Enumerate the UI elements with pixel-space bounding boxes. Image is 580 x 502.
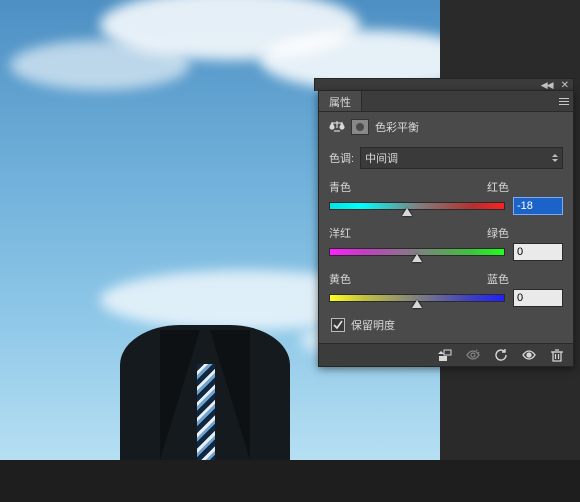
slider-thumb-icon[interactable] [412, 300, 422, 308]
workspace-background [0, 460, 580, 502]
slider-value-input[interactable] [513, 289, 563, 307]
color-slider[interactable] [329, 294, 505, 302]
hamburger-icon [559, 101, 569, 102]
tone-select-value: 中间调 [365, 150, 398, 166]
panel-tabbar: 属性 [319, 91, 573, 112]
mask-icon [351, 119, 369, 135]
panel-footer [319, 343, 573, 366]
preserve-luminosity-checkbox[interactable]: 保留明度 [331, 317, 563, 333]
slider-left-label: 洋红 [329, 225, 351, 241]
color-slider-block: 黄色 蓝色 [329, 271, 563, 307]
panel-header: 色彩平衡 [319, 112, 573, 143]
tone-label: 色调: [329, 150, 354, 166]
slider-left-label: 青色 [329, 179, 351, 195]
panel-close-icon[interactable]: ✕ [561, 80, 569, 91]
balance-icon [329, 119, 345, 135]
delete-adjustment-button[interactable] [545, 346, 569, 364]
panel-flyout-menu[interactable] [555, 91, 573, 111]
slider-value-input[interactable] [513, 197, 563, 215]
panel-dock-handle-icon: ◀◀ [541, 80, 553, 91]
color-slider[interactable] [329, 248, 505, 256]
suit-lapel [210, 330, 250, 460]
tone-row: 色调: 中间调 [329, 147, 563, 169]
slider-value-input[interactable] [513, 243, 563, 261]
tab-properties[interactable]: 属性 [319, 91, 362, 111]
slider-thumb-icon[interactable] [412, 254, 422, 262]
toggle-visibility-button[interactable] [517, 346, 541, 364]
checkbox-icon [331, 318, 345, 332]
view-previous-state-button[interactable] [461, 346, 485, 364]
properties-panel: 属性 色彩平衡 色调: 中间调 青色 红色洋红 绿色黄色 蓝色 [318, 90, 574, 367]
preserve-luminosity-label: 保留明度 [351, 317, 395, 333]
slider-right-label: 蓝色 [487, 271, 509, 287]
updown-icon [552, 154, 558, 162]
slider-thumb-icon[interactable] [402, 208, 412, 216]
slider-right-label: 绿色 [487, 225, 509, 241]
slider-right-label: 红色 [487, 179, 509, 195]
tone-select[interactable]: 中间调 [360, 147, 563, 169]
adjustment-title: 色彩平衡 [375, 119, 419, 135]
suit-lapel [160, 330, 200, 460]
cloud-decoration [10, 40, 190, 90]
clip-to-layer-button[interactable] [433, 346, 457, 364]
slider-left-label: 黄色 [329, 271, 351, 287]
color-slider-block: 洋红 绿色 [329, 225, 563, 261]
reset-button[interactable] [489, 346, 513, 364]
color-slider[interactable] [329, 202, 505, 210]
panel-body: 色调: 中间调 青色 红色洋红 绿色黄色 蓝色 保留明度 [319, 143, 573, 343]
color-slider-block: 青色 红色 [329, 179, 563, 215]
